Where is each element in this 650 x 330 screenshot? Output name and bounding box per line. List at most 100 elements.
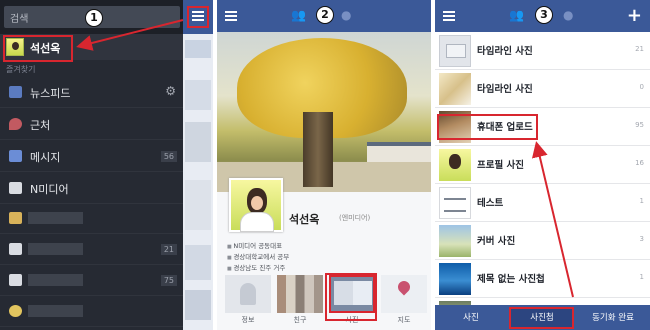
bottom-tab-bar: 사진 사진첩 동기화 완료 <box>435 305 650 330</box>
menu-item-blurred[interactable] <box>0 204 183 234</box>
hamburger-icon <box>192 11 204 13</box>
menu-item-blurred[interactable]: 21 <box>0 235 183 265</box>
tile-info-label: 정보 <box>241 316 255 324</box>
count-badge: 75 <box>160 275 177 286</box>
albums-panel: 👥 ● + 3 타임라인 사진 21 타임라인 사진 0 휴대폰 업로드 95 … <box>435 0 650 330</box>
person-body <box>240 212 274 232</box>
album-count: 3 <box>639 235 644 243</box>
album-count: 1 <box>639 273 644 281</box>
album-thumbnail <box>439 35 471 67</box>
album-count: 16 <box>635 159 644 167</box>
tab-albums[interactable]: 사진첩 <box>511 311 573 323</box>
menu-item-label: 뉴스피드 <box>30 87 71 100</box>
panel-divider <box>431 0 435 330</box>
step-number-3: 3 <box>535 6 553 24</box>
menu-item-nearby[interactable]: 근처 <box>0 110 183 140</box>
album-thumbnail <box>439 263 471 295</box>
cover-photo[interactable] <box>217 32 431 192</box>
step-number-2: 2 <box>316 6 334 24</box>
blurred-label <box>28 305 83 317</box>
timeline-panel: 👥 ● 2 석선옥 (엔미디어) N미디어 공동대표 경상대학교에서 공부 경상… <box>217 0 431 330</box>
tree-trunk <box>303 112 333 187</box>
album-title: 타임라인 사진 <box>477 84 533 95</box>
menu-item-messages[interactable]: 메시지 56 <box>0 142 183 172</box>
tab-photos[interactable]: 사진 <box>439 311 503 323</box>
album-title: 커버 사진 <box>477 236 516 247</box>
blurred-content <box>185 180 211 230</box>
blurred-content <box>185 122 211 162</box>
album-count: 21 <box>635 45 644 53</box>
tile-friends[interactable] <box>277 275 323 313</box>
menu-item-nmedia[interactable]: N미디어 <box>0 174 183 204</box>
profile-name: 석선옥 <box>289 213 320 226</box>
album-thumbnail <box>439 73 471 105</box>
nearby-pin-icon <box>9 118 22 130</box>
blurred-label <box>28 274 83 286</box>
album-count: 1 <box>639 197 644 205</box>
album-thumbnail <box>439 149 471 181</box>
menu-item-label: 근처 <box>30 119 51 132</box>
tile-map[interactable] <box>381 275 427 313</box>
album-row[interactable]: 커버 사진 3 <box>435 222 650 260</box>
page-icon <box>9 243 22 255</box>
profile-nickname: (엔미디어) <box>339 214 371 222</box>
album-row[interactable]: 타임라인 사진 0 <box>435 70 650 108</box>
menu-item-label: N미디어 <box>30 183 69 196</box>
album-thumbnail <box>439 225 471 257</box>
hamburger-icon[interactable] <box>443 11 455 13</box>
menu-item-blurred[interactable] <box>0 297 183 327</box>
info-education: 경상대학교에서 공부 <box>227 251 289 261</box>
notifications-globe-icon[interactable]: ● <box>563 8 573 22</box>
friends-icon[interactable]: 👥 <box>291 8 306 22</box>
tile-map-label: 지도 <box>397 316 411 324</box>
tile-info[interactable] <box>225 275 271 313</box>
notifications-globe-icon[interactable]: ● <box>341 8 351 22</box>
menu-item-label: 메시지 <box>30 151 61 164</box>
profile-highlight-box <box>3 35 73 62</box>
blurred-label <box>28 212 83 224</box>
step-number-1: 1 <box>85 9 103 27</box>
blurred-content <box>185 245 211 280</box>
favorites-section-label: 즐겨찾기 <box>6 65 36 74</box>
tile-friends-label: 친구 <box>293 316 307 324</box>
map-pin-icon <box>395 278 413 296</box>
hamburger-icon[interactable] <box>225 11 237 13</box>
menu-item-newsfeed[interactable]: 뉴스피드 ⚙ <box>0 78 183 108</box>
menu-item-blurred[interactable]: 75 <box>0 266 183 296</box>
photos-tile-highlight-box <box>325 273 377 321</box>
album-count: 95 <box>635 121 644 129</box>
album-row[interactable]: 제목 없는 사진첩 1 <box>435 260 650 298</box>
group-icon <box>9 212 22 224</box>
album-title: 프로필 사진 <box>477 160 525 171</box>
friends-icon[interactable]: 👥 <box>509 8 524 22</box>
mobile-uploads-highlight-box <box>437 114 538 140</box>
album-title: 타임라인 사진 <box>477 46 533 57</box>
gear-icon[interactable]: ⚙ <box>165 84 176 98</box>
messages-icon <box>9 150 22 162</box>
info-location: 경상남도 진주 거주 <box>227 262 285 272</box>
tab-synced[interactable]: 동기화 완료 <box>579 311 647 323</box>
album-row[interactable]: 프로필 사진 16 <box>435 146 650 184</box>
album-row[interactable]: 타임라인 사진 21 <box>435 32 650 70</box>
info-work: N미디어 공동대표 <box>227 240 282 250</box>
blurred-content <box>185 290 211 320</box>
album-count: 0 <box>639 83 644 91</box>
nmedia-icon <box>9 182 22 194</box>
album-title: 제목 없는 사진첩 <box>477 274 545 285</box>
messages-count-badge: 56 <box>160 151 177 162</box>
album-row[interactable]: 테스트 1 <box>435 184 650 222</box>
app-icon <box>9 305 22 317</box>
person-head <box>247 188 267 214</box>
blurred-content <box>185 80 211 110</box>
add-icon[interactable]: + <box>627 5 642 26</box>
blurred-content <box>185 40 211 58</box>
profile-picture[interactable] <box>229 178 283 232</box>
menu-button[interactable] <box>187 6 209 28</box>
album-title: 테스트 <box>477 198 504 209</box>
album-thumbnail <box>439 187 471 219</box>
panel-divider <box>213 0 217 330</box>
newsfeed-icon <box>9 86 22 98</box>
count-badge: 21 <box>160 244 177 255</box>
page-icon <box>9 274 22 286</box>
profile-photo <box>231 180 281 232</box>
